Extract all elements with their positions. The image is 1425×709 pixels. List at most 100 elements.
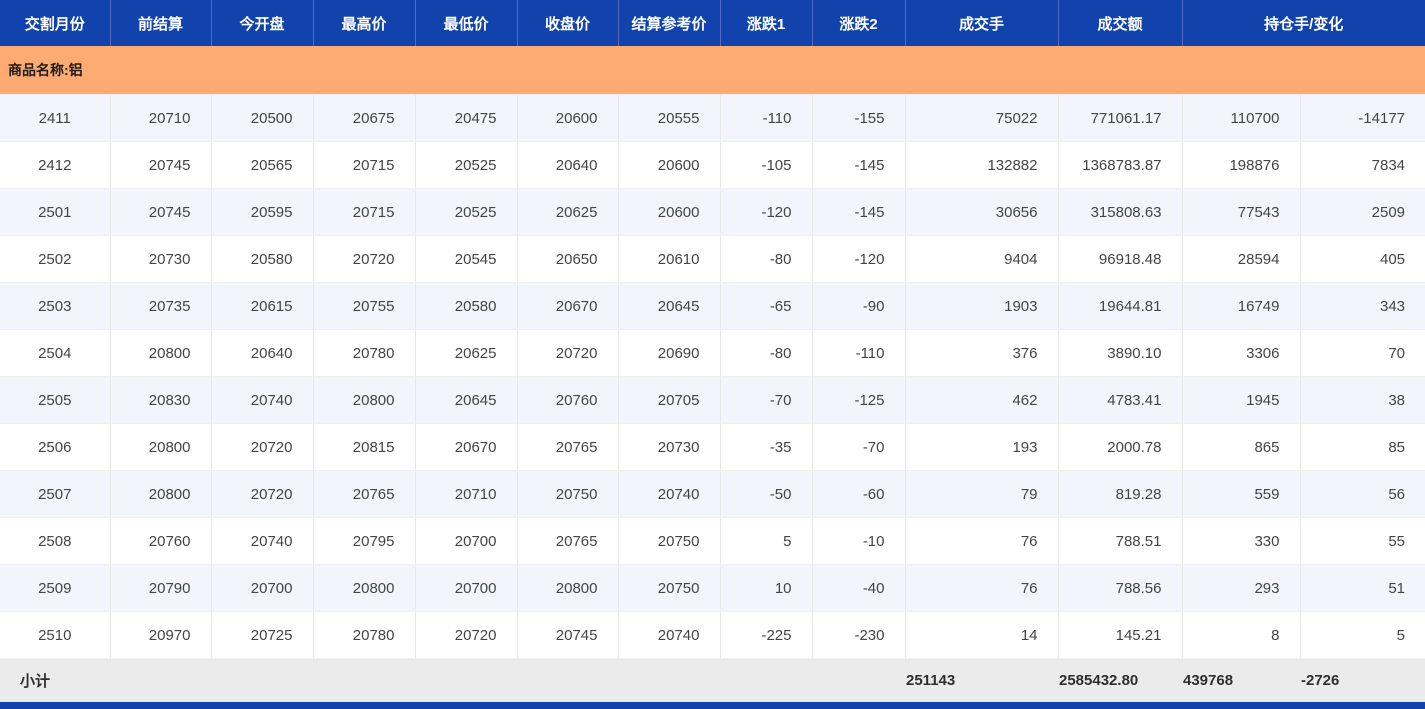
value-cell: -125 <box>812 376 906 424</box>
column-header-close: 收盘价 <box>517 0 619 46</box>
value-cell: 20800 <box>517 564 619 612</box>
value-cell: 132882 <box>905 141 1059 189</box>
value-cell: 20750 <box>618 517 721 565</box>
value-cell: 330 <box>1182 517 1301 565</box>
value-cell: 20600 <box>618 188 721 236</box>
value-cell: 20615 <box>211 282 314 330</box>
value-cell: 315808.63 <box>1058 188 1183 236</box>
table-body: 商品名称:铝 2411 20710 20500 20675 20475 20600 2055… <box>0 46 1425 659</box>
value-cell: 20720 <box>211 470 314 518</box>
value-cell: -120 <box>812 235 906 283</box>
value-cell: 20750 <box>618 564 721 612</box>
value-cell: 20745 <box>517 611 619 659</box>
value-cell: 51 <box>1300 564 1425 612</box>
value-cell: 20760 <box>110 517 212 565</box>
column-header-volume: 成交手 <box>905 0 1059 46</box>
value-cell: 145.21 <box>1058 611 1183 659</box>
value-cell: -70 <box>812 423 906 471</box>
value-cell: 20600 <box>517 94 619 142</box>
value-cell: 20645 <box>415 376 518 424</box>
subtotal-cell <box>812 658 905 702</box>
table-row[interactable]: 2507 20800 20720 20765 20710 20750 20740 -50 -60… <box>0 470 1425 518</box>
column-header-change2: 涨跌2 <box>812 0 906 46</box>
value-cell: 20710 <box>415 470 518 518</box>
value-cell: 30656 <box>905 188 1059 236</box>
table-row[interactable]: 2509 20790 20700 20800 20700 20800 20750 10 -40 7… <box>0 564 1425 612</box>
value-cell: 20640 <box>211 329 314 377</box>
value-cell: 9404 <box>905 235 1059 283</box>
value-cell: 20525 <box>415 188 518 236</box>
value-cell: -10 <box>812 517 906 565</box>
subtotal-label: 小计 <box>0 658 110 702</box>
value-cell: 20720 <box>313 235 416 283</box>
value-cell: -110 <box>720 94 813 142</box>
subtotal-cell <box>110 658 211 702</box>
value-cell: 343 <box>1300 282 1425 330</box>
value-cell: 56 <box>1300 470 1425 518</box>
value-cell: 788.51 <box>1058 517 1183 565</box>
value-cell: 20555 <box>618 94 721 142</box>
value-cell: 2509 <box>1300 188 1425 236</box>
delivery-month-cell: 2504 <box>0 329 111 377</box>
value-cell: 20765 <box>517 423 619 471</box>
value-cell: 20645 <box>618 282 721 330</box>
value-cell: -120 <box>720 188 813 236</box>
value-cell: 293 <box>1182 564 1301 612</box>
value-cell: 819.28 <box>1058 470 1183 518</box>
value-cell: -14177 <box>1300 94 1425 142</box>
value-cell: 20700 <box>415 517 518 565</box>
value-cell: 20675 <box>313 94 416 142</box>
delivery-month-cell: 2501 <box>0 188 111 236</box>
delivery-month-cell: 2507 <box>0 470 111 518</box>
value-cell: 20595 <box>211 188 314 236</box>
value-cell: 20690 <box>618 329 721 377</box>
table-row[interactable]: 2412 20745 20565 20715 20525 20640 20600 -105 -1… <box>0 141 1425 189</box>
table-header: 交割月份 前结算 今开盘 最高价 最低价 收盘价 结算参考价 涨跌1 涨跌2 成… <box>0 0 1425 46</box>
table-row[interactable]: 2506 20800 20720 20815 20670 20765 20730 -35 -70… <box>0 423 1425 471</box>
table-row[interactable]: 2505 20830 20740 20800 20645 20760 20705 -70 -12… <box>0 376 1425 424</box>
value-cell: -90 <box>812 282 906 330</box>
value-cell: 20790 <box>110 564 212 612</box>
value-cell: 20765 <box>313 470 416 518</box>
value-cell: 28594 <box>1182 235 1301 283</box>
value-cell: 20765 <box>517 517 619 565</box>
value-cell: 20700 <box>415 564 518 612</box>
table-row[interactable]: 2411 20710 20500 20675 20475 20600 20555 -110 -1… <box>0 94 1425 142</box>
delivery-month-cell: 2502 <box>0 235 111 283</box>
value-cell: 20800 <box>313 564 416 612</box>
value-cell: 20970 <box>110 611 212 659</box>
table-row[interactable]: 2501 20745 20595 20715 20525 20625 20600 -120 -1… <box>0 188 1425 236</box>
value-cell: 20740 <box>211 376 314 424</box>
value-cell: 20800 <box>110 329 212 377</box>
table-row[interactable]: 2508 20760 20740 20795 20700 20765 20750 5 -10 76… <box>0 517 1425 565</box>
value-cell: 20745 <box>110 188 212 236</box>
value-cell: 20640 <box>517 141 619 189</box>
value-cell: 20780 <box>313 329 416 377</box>
value-cell: 20670 <box>517 282 619 330</box>
value-cell: -145 <box>812 188 906 236</box>
value-cell: 70 <box>1300 329 1425 377</box>
table-row[interactable]: 2502 20730 20580 20720 20545 20650 20610 -80 -12… <box>0 235 1425 283</box>
value-cell: 3306 <box>1182 329 1301 377</box>
delivery-month-cell: 2411 <box>0 94 111 142</box>
column-header-high: 最高价 <box>313 0 416 46</box>
value-cell: 376 <box>905 329 1059 377</box>
subtotal-row: 小计 251143 2585432.80 439768 -2726 <box>0 658 1425 702</box>
value-cell: 20545 <box>415 235 518 283</box>
table-row[interactable]: 2503 20735 20615 20755 20580 20670 20645 -65 -90… <box>0 282 1425 330</box>
value-cell: 19644.81 <box>1058 282 1183 330</box>
value-cell: 76 <box>905 564 1059 612</box>
value-cell: 1368783.87 <box>1058 141 1183 189</box>
value-cell: 20780 <box>313 611 416 659</box>
value-cell: 462 <box>905 376 1059 424</box>
value-cell: 85 <box>1300 423 1425 471</box>
value-cell: 10 <box>720 564 813 612</box>
column-header-prev-settlement: 前结算 <box>110 0 212 46</box>
value-cell: 20720 <box>211 423 314 471</box>
subtotal-turnover: 2585432.80 <box>1058 658 1182 702</box>
header-row: 交割月份 前结算 今开盘 最高价 最低价 收盘价 结算参考价 涨跌1 涨跌2 成… <box>0 0 1425 46</box>
table-row[interactable]: 2510 20970 20725 20780 20720 20745 20740 -225 -2… <box>0 611 1425 659</box>
value-cell: 55 <box>1300 517 1425 565</box>
value-cell: 20600 <box>618 141 721 189</box>
table-row[interactable]: 2504 20800 20640 20780 20625 20720 20690 -80 -11… <box>0 329 1425 377</box>
